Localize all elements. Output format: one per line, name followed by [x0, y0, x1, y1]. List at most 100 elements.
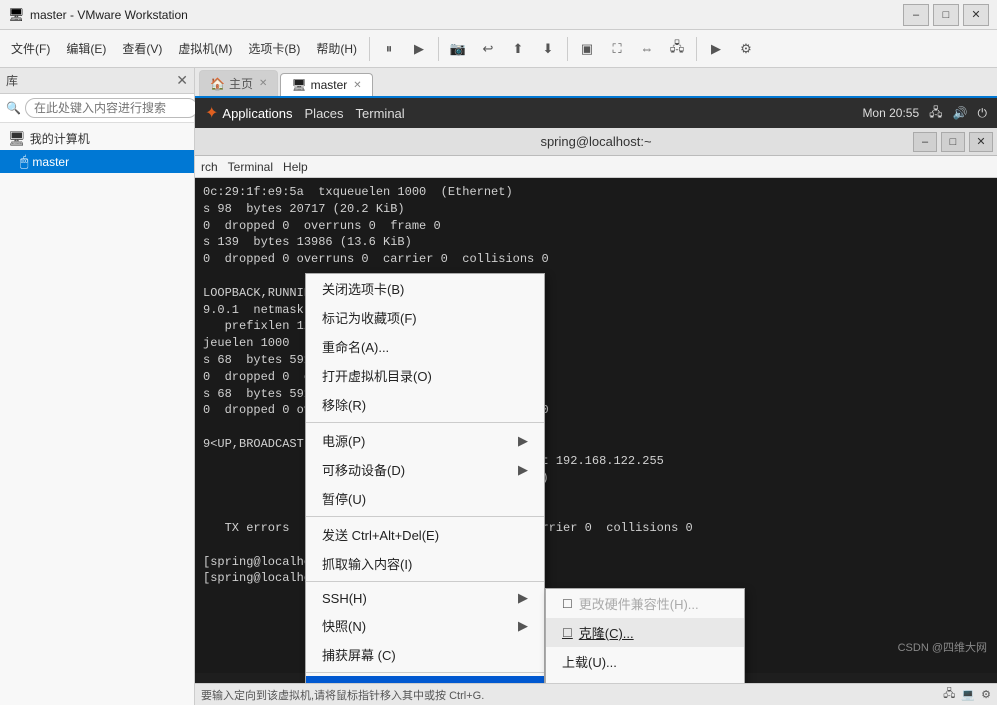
stretch-button[interactable]: ⇔ — [633, 35, 661, 63]
minimize-button[interactable]: – — [903, 4, 929, 26]
ctx-favorite-label: 标记为收藏项(F) — [322, 308, 417, 327]
gnome-volume-icon: 🔊 — [953, 106, 968, 120]
terminal-title-bar: spring@localhost:~ – □ ✕ — [195, 128, 997, 156]
sub-context-menu: ☐ 更改硬件兼容性(H)... ☐ 克隆(C)... 上载(U)... 下载(W… — [545, 588, 745, 683]
ctx-close-tab[interactable]: 关闭选项卡(B) — [306, 274, 544, 303]
vm-icon: 🖱 — [20, 153, 28, 170]
terminal-minimize-btn[interactable]: – — [913, 132, 937, 152]
ctx-open-dir-label: 打开虚拟机目录(O) — [322, 366, 432, 385]
terminal-menu-search[interactable]: rch — [201, 160, 218, 174]
revert-button[interactable]: ↩ — [474, 35, 502, 63]
settings-button[interactable]: ⚙ — [732, 35, 760, 63]
gnome-applications-menu[interactable]: ✦ Applications — [205, 103, 293, 123]
sub-ctx-hw-label: 更改硬件兼容性(H)... — [579, 594, 699, 613]
sub-ctx-hw-compat: ☐ 更改硬件兼容性(H)... — [546, 589, 744, 618]
home-icon: 🏠 — [210, 77, 225, 91]
ctx-sep-2 — [306, 516, 544, 517]
menu-vm[interactable]: 虚拟机(M) — [171, 36, 239, 61]
toolbar-separator-3 — [567, 37, 568, 61]
download-button[interactable]: ⬇ — [534, 35, 562, 63]
toolbar-separator-4 — [696, 37, 697, 61]
ctx-remove[interactable]: 移除(R) — [306, 390, 544, 419]
ctx-open-dir[interactable]: 打开虚拟机目录(O) — [306, 361, 544, 390]
gnome-power-icon[interactable]: ⏻ — [978, 106, 988, 121]
ctx-removable[interactable]: 可移动设备(D) ▶ — [306, 455, 544, 484]
menu-file[interactable]: 文件(F) — [4, 36, 57, 61]
terminal-close-btn[interactable]: ✕ — [969, 132, 993, 152]
ctx-manage[interactable]: 管理(M) ▶ — [306, 676, 544, 683]
terminal-menu-help[interactable]: Help — [283, 160, 308, 174]
gnome-terminal-menu[interactable]: Terminal — [356, 106, 405, 121]
ctx-rename-label: 重命名(A)... — [322, 337, 389, 356]
menu-toolbar: 文件(F) 编辑(E) 查看(V) 虚拟机(M) 选项卡(B) 帮助(H) ⏸ … — [0, 30, 997, 68]
sub-ctx-clone-label: 克隆(C)... — [579, 623, 634, 642]
ctx-favorite[interactable]: 标记为收藏项(F) — [306, 303, 544, 332]
ctx-grab-input[interactable]: 抓取输入内容(I) — [306, 549, 544, 578]
status-icon-vm: 💻 — [961, 688, 975, 701]
tree-child-master[interactable]: 🖱 master — [0, 150, 194, 173]
play-button[interactable]: ▶ — [405, 35, 433, 63]
clone-icon: ☐ — [562, 626, 573, 640]
status-bar: 要输入定向到该虚拟机,请将鼠标指针移入其中或按 Ctrl+G. 🖧 💻 ⚙ — [195, 683, 997, 705]
maximize-button[interactable]: □ — [933, 4, 959, 26]
terminal-menu-terminal[interactable]: Terminal — [228, 160, 273, 174]
sidebar-search-bar: 🔍 ▾ — [0, 94, 194, 123]
tab-master[interactable]: 🖥 master ✕ — [280, 73, 372, 96]
ctx-pause[interactable]: 暂停(U) — [306, 484, 544, 513]
ctx-capture-label: 捕获屏幕 (C) — [322, 645, 396, 664]
gnome-apps-label: Applications — [222, 106, 292, 121]
console-button[interactable]: ▶ — [702, 35, 730, 63]
gnome-right-status: Mon 20:55 🖧 🔊 ⏻ — [862, 103, 987, 124]
sub-ctx-upload-label: 上载(U)... — [562, 652, 617, 671]
terminal-menubar: rch Terminal Help — [195, 156, 997, 178]
sub-ctx-download[interactable]: 下载(W)... — [546, 676, 744, 683]
ctx-manage-arrow: ▶ — [518, 683, 528, 684]
status-icon-settings: ⚙ — [981, 688, 991, 701]
menu-tabs[interactable]: 选项卡(B) — [241, 36, 307, 61]
ctx-manage-label: 管理(M) — [322, 681, 368, 683]
network-button[interactable]: 🖧 — [663, 35, 691, 63]
menu-view[interactable]: 查看(V) — [115, 36, 169, 61]
tab-home[interactable]: 🏠 主页 ✕ — [199, 70, 278, 96]
ctx-snapshot[interactable]: 快照(N) ▶ — [306, 611, 544, 640]
upload-button[interactable]: ⬆ — [504, 35, 532, 63]
ctx-power[interactable]: 电源(P) ▶ — [306, 426, 544, 455]
ctx-send-ctrl-alt-del[interactable]: 发送 Ctrl+Alt+Del(E) — [306, 520, 544, 549]
sub-ctx-clone[interactable]: ☐ 克隆(C)... — [546, 618, 744, 647]
vm-tab-icon: 🖥 — [291, 78, 306, 92]
snapshot-button[interactable]: 📷 — [444, 35, 472, 63]
gnome-left-menu: ✦ Applications Places Terminal — [205, 103, 405, 123]
search-icon: 🔍 — [6, 101, 21, 115]
ctx-sep-3 — [306, 581, 544, 582]
fit-button[interactable]: ▣ — [573, 35, 601, 63]
tab-home-close[interactable]: ✕ — [259, 78, 267, 89]
sidebar-close-button[interactable]: ✕ — [176, 72, 188, 89]
menu-edit[interactable]: 编辑(E) — [59, 36, 113, 61]
sub-ctx-upload[interactable]: 上载(U)... — [546, 647, 744, 676]
gnome-network-icon: 🖧 — [929, 103, 942, 124]
ctx-sep-4 — [306, 672, 544, 673]
tab-master-close[interactable]: ✕ — [353, 80, 361, 91]
ctx-power-arrow: ▶ — [518, 433, 528, 449]
ctx-rename[interactable]: 重命名(A)... — [306, 332, 544, 361]
window-title: master - VMware Workstation — [30, 8, 903, 22]
gnome-places-menu[interactable]: Places — [305, 106, 344, 121]
ctx-capture-screen[interactable]: 捕获屏幕 (C) — [306, 640, 544, 669]
ctx-pause-label: 暂停(U) — [322, 489, 366, 508]
sidebar-title: 库 — [6, 72, 18, 89]
close-button[interactable]: ✕ — [963, 4, 989, 26]
ctx-removable-arrow: ▶ — [518, 462, 528, 478]
ctx-power-label: 电源(P) — [322, 431, 365, 450]
terminal-line: 0 dropped 0 overruns 0 carrier 0 collisi… — [203, 251, 989, 268]
app-icon: 🖥 — [8, 7, 24, 23]
menu-help[interactable]: 帮助(H) — [309, 36, 364, 61]
fullscreen-button[interactable]: ⛶ — [603, 35, 631, 63]
title-bar: 🖥 master - VMware Workstation – □ ✕ — [0, 0, 997, 30]
status-text: 要输入定向到该虚拟机,请将鼠标指针移入其中或按 Ctrl+G. — [201, 687, 484, 703]
ctx-ssh[interactable]: SSH(H) ▶ — [306, 585, 544, 611]
ctx-close-tab-label: 关闭选项卡(B) — [322, 279, 404, 298]
pause-button[interactable]: ⏸ — [375, 35, 403, 63]
tree-root[interactable]: 🖥 我的计算机 — [0, 127, 194, 150]
terminal-maximize-btn[interactable]: □ — [941, 132, 965, 152]
search-input[interactable] — [25, 98, 198, 118]
